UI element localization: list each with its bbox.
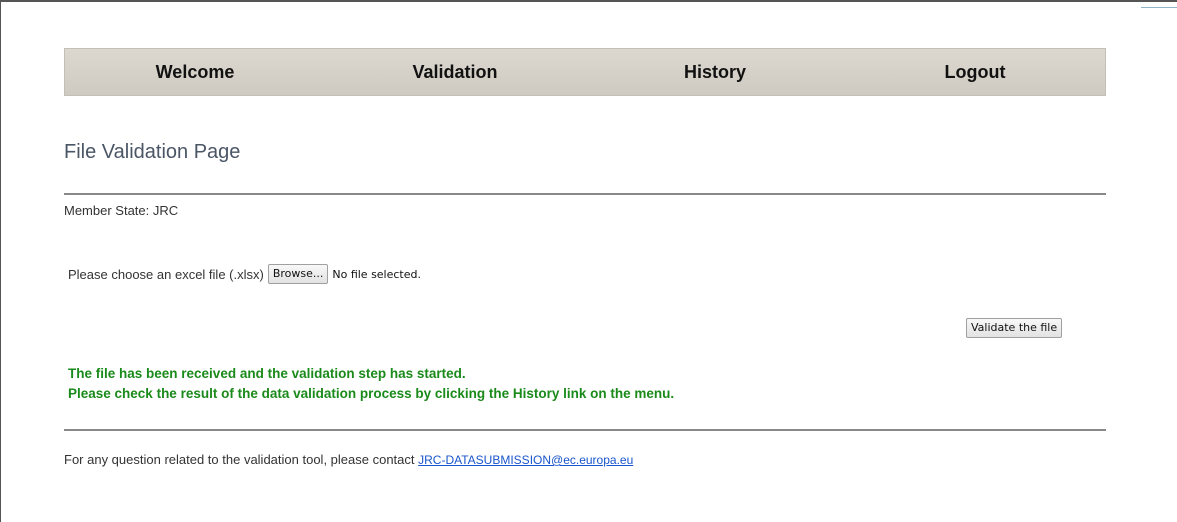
contact-footer: For any question related to the validati…	[64, 452, 633, 467]
member-state-label: Member State: JRC	[64, 203, 179, 218]
file-prompt-label: Please choose an excel file (.xlsx)	[68, 266, 264, 282]
file-chooser-row: Please choose an excel file (.xlsx) Brow…	[68, 264, 421, 284]
main-nav: Welcome Validation History Logout	[64, 48, 1106, 96]
divider-top	[64, 193, 1106, 195]
file-status-text: No file selected.	[332, 267, 421, 281]
divider-bottom	[64, 429, 1106, 431]
nav-validation[interactable]: Validation	[325, 62, 585, 83]
contact-text: For any question related to the validati…	[64, 452, 419, 467]
page-title: File Validation Page	[64, 141, 241, 163]
success-message-line2: Please check the result of the data vali…	[68, 386, 675, 401]
nav-welcome[interactable]: Welcome	[65, 62, 325, 83]
browse-button[interactable]: Browse...	[267, 264, 329, 284]
nav-logout[interactable]: Logout	[845, 62, 1105, 83]
success-message-line1: The file has been received and the valid…	[68, 366, 466, 381]
nav-history[interactable]: History	[585, 62, 845, 83]
validate-file-button[interactable]: Validate the file	[966, 318, 1063, 338]
contact-email-link[interactable]: JRC-DATASUBMISSION@ec.europa.eu	[418, 453, 633, 467]
frame-accent	[1141, 7, 1177, 8]
